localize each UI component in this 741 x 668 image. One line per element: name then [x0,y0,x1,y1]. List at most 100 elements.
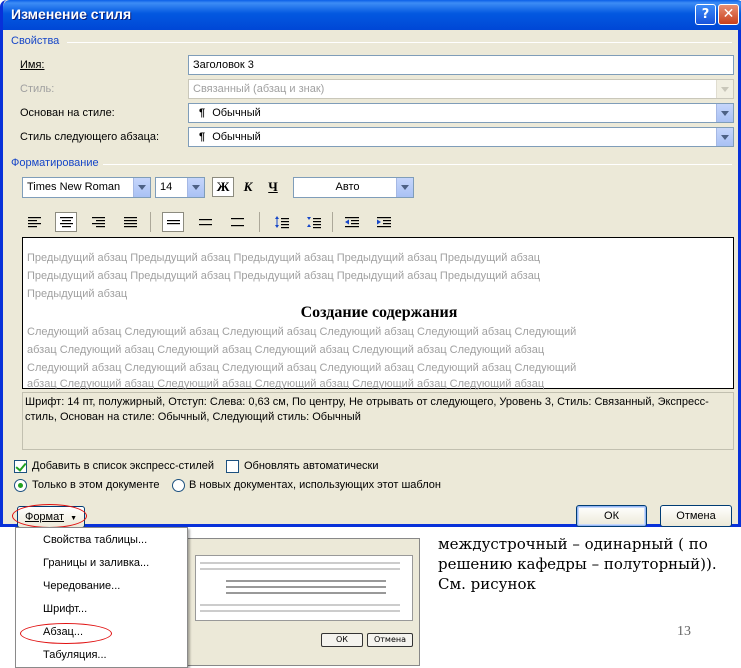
one-half-spacing-icon [199,219,212,226]
section-divider [103,164,732,165]
cancel-button[interactable]: Отмена [660,505,732,527]
background-document-text: междустрочный – одинарный ( по решению к… [438,534,738,594]
format-menu: Свойства таблицы... Границы и заливка...… [15,527,188,668]
style-description: Шрифт: 14 пт, полужирный, Отступ: Слева:… [22,392,734,450]
chevron-down-icon[interactable] [187,178,204,197]
italic-button[interactable]: К [238,177,258,197]
menu-item-borders-shading[interactable]: Границы и заливка... [16,552,187,575]
font-name-select[interactable]: Times New Roman [22,177,151,198]
ok-button[interactable]: ОК [576,505,647,527]
font-size-value: 14 [160,181,173,193]
menu-item-table-properties[interactable]: Свойства таблицы... [16,529,187,552]
preview-next-line: абзац Следующий абзац Следующий абзац Сл… [27,378,545,390]
align-right-icon [92,217,105,228]
font-size-select[interactable]: 14 [155,177,205,198]
double-spacing-button[interactable] [226,212,248,232]
menu-item-banding[interactable]: Чередование... [16,575,187,598]
section-divider [67,42,732,43]
preview-heading: Создание содержания [300,304,458,321]
menu-item-font[interactable]: Шрифт... [16,598,187,621]
next-style-select[interactable]: ¶ Обычный [188,127,734,147]
background-figure-ok-button: ОК [321,633,363,647]
preview-next-line: абзац Следующий абзац Следующий абзац Сл… [27,344,545,356]
paragraph-mark-icon: ¶ [199,107,206,119]
description-line: Шрифт: 14 пт, полужирный, Отступ: Слева:… [25,396,709,408]
justify-icon [124,217,137,228]
align-right-button[interactable] [87,212,109,232]
close-button[interactable]: ✕ [718,4,739,25]
preview-next-line: Следующий абзац Следующий абзац Следующи… [27,362,577,374]
chevron-down-icon [716,80,733,98]
increase-spacing-before-button[interactable] [270,212,292,232]
background-text-line: См. рисунок [438,575,536,593]
font-color-value: Авто [335,181,360,193]
add-to-quick-styles-checkbox[interactable] [14,460,27,473]
next-style-label: Стиль следующего абзаца: [20,131,160,143]
spacing-before-decrease-icon [307,217,321,229]
toolbar-separator [259,212,260,232]
background-figure-preview [195,555,413,621]
modify-style-dialog: Изменение стиля ? ✕ Свойства Имя: Заголо… [0,0,741,528]
align-center-button[interactable] [55,212,77,232]
style-type-value: Связанный (абзац и знак) [193,83,325,95]
chevron-down-icon[interactable] [396,178,413,197]
based-on-label: Основан на стиле: [20,107,115,119]
font-name-value: Times New Roman [27,181,121,193]
formatting-section-title: Форматирование [11,157,99,169]
based-on-select[interactable]: ¶ Обычный [188,103,734,123]
properties-section-title: Свойства [11,35,60,47]
align-center-icon [60,217,73,228]
decrease-spacing-before-button[interactable] [302,212,324,232]
menu-item-tabs[interactable]: Табуляция... [16,644,187,667]
name-input[interactable]: Заголовок 3 [188,55,734,75]
decrease-indent-button[interactable] [340,212,362,232]
auto-update-checkbox[interactable] [226,460,239,473]
bold-button[interactable]: Ж [212,177,234,197]
chevron-down-icon[interactable] [133,178,150,197]
underline-button[interactable]: Ч [263,177,283,197]
highlight-ellipse-format [12,504,87,528]
new-documents-radio[interactable] [172,479,185,492]
based-on-value: Обычный [212,107,261,119]
toolbar-separator [332,212,333,232]
background-page-number: 13 [677,624,691,639]
preview-previous-line: Предыдущий абзац Предыдущий абзац Предыд… [27,270,541,282]
style-type-label: Стиль: [20,83,55,95]
dialog-title: Изменение стиля [11,6,132,22]
preview-next-line: Следующий абзац Следующий абзац Следующи… [27,326,577,338]
style-preview-pane: Предыдущий абзац Предыдущий абзац Предыд… [22,237,734,390]
single-spacing-button[interactable] [162,212,184,232]
background-text-line: решению кафедры – полуторный)). [438,555,717,573]
new-documents-label[interactable]: В новых документах, использующих этот ша… [189,479,441,491]
decrease-indent-icon [345,217,359,228]
background-text-line: междустрочный – одинарный ( по [438,535,708,553]
one-half-spacing-button[interactable] [194,212,216,232]
highlight-ellipse-paragraph [20,623,112,644]
single-spacing-icon [167,220,180,225]
description-line: стиль, Основан на стиле: Обычный, Следую… [25,411,361,423]
name-label: Имя: [20,59,45,71]
preview-previous-line: Предыдущий абзац Предыдущий абзац Предыд… [27,252,541,264]
background-screenshot-figure: ОК Отмена [186,538,420,666]
preview-previous-line: Предыдущий абзац [27,288,128,300]
chevron-down-icon[interactable] [716,128,733,146]
title-bar[interactable]: Изменение стиля ? ✕ [3,0,741,30]
align-left-button[interactable] [23,212,45,232]
background-figure-cancel-button: Отмена [367,633,413,647]
align-left-icon [28,217,41,228]
font-color-select[interactable]: Авто [293,177,414,198]
paragraph-mark-icon: ¶ [199,131,206,143]
auto-update-label[interactable]: Обновлять автоматически [244,460,379,472]
next-style-value: Обычный [212,131,261,143]
style-type-select: Связанный (абзац и знак) [188,79,734,99]
justify-button[interactable] [119,212,141,232]
double-spacing-icon [231,218,244,227]
only-this-document-label[interactable]: Только в этом документе [32,479,160,491]
help-button[interactable]: ? [695,4,716,25]
toolbar-separator [150,212,151,232]
add-to-quick-styles-label[interactable]: Добавить в список экспресс-стилей [32,460,214,472]
increase-indent-button[interactable] [372,212,394,232]
chevron-down-icon[interactable] [716,104,733,122]
increase-indent-icon [377,217,391,228]
only-this-document-radio[interactable] [14,479,27,492]
